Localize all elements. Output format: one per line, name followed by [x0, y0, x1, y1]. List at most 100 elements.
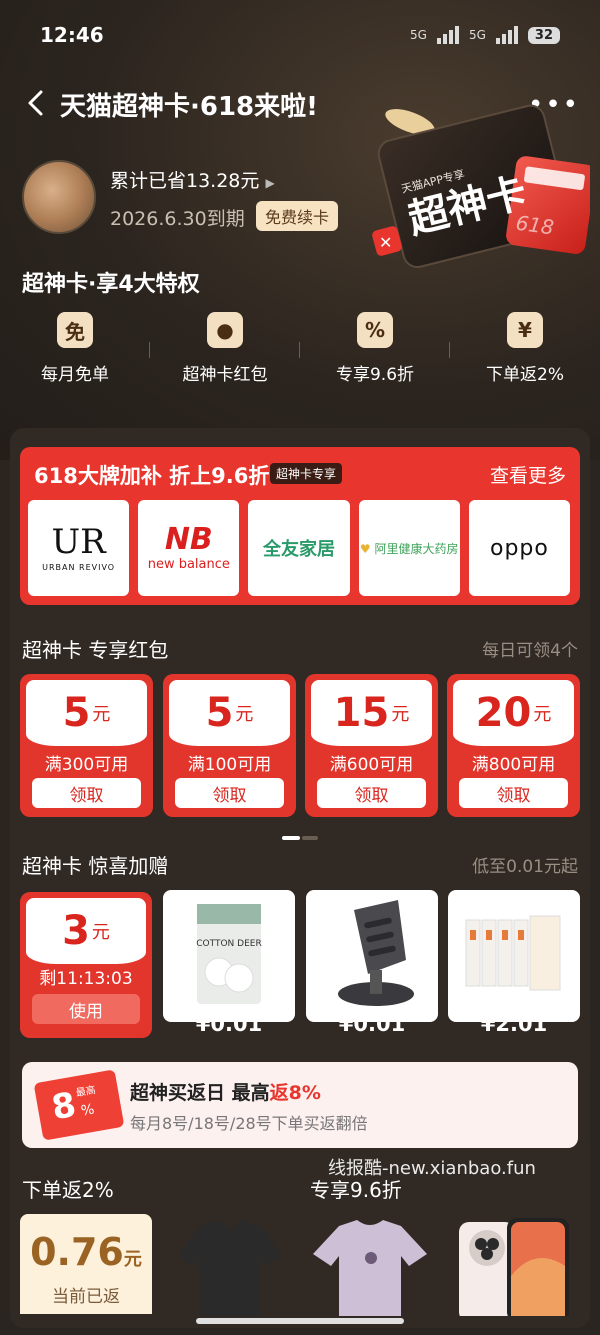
privilege-discount[interactable]: % 专享9.6折 — [300, 312, 450, 392]
gift-coupon-card: 3 元 剩11:13:03 使用 — [20, 892, 152, 1038]
banner-title-highlight: 返8% — [269, 1082, 321, 1104]
status-indicators: 5G 5G 32 — [410, 26, 560, 44]
cotton-brand-text: COTTON DEER — [196, 939, 261, 949]
coupon-card: 5 元 满100可用 领取 — [163, 674, 296, 817]
coupon-card: 15 元 满600可用 领取 — [305, 674, 438, 817]
phone-stand-image — [306, 890, 438, 1022]
brand-new-balance[interactable]: NB new balance — [138, 500, 240, 596]
claim-coupon-button[interactable]: 领取 — [459, 778, 568, 808]
coupon-unit: 元 — [92, 704, 111, 725]
privilege-label: 下单返2% — [486, 365, 564, 385]
nb-logo-sub: new balance — [147, 556, 230, 572]
coupon-unit: 元 — [235, 704, 254, 725]
coupon-unit: 元 — [533, 704, 552, 725]
indicator-active — [282, 836, 300, 840]
privilege-label: 专享9.6折 — [335, 365, 415, 385]
view-more-link[interactable]: 查看更多 — [490, 461, 566, 488]
product-price: ¥0.01 — [195, 1012, 263, 1036]
badge-number: 8 — [48, 1084, 80, 1129]
yuan-icon: ¥ — [507, 312, 543, 348]
status-bar: 12:46 5G 5G 32 — [0, 0, 600, 70]
profile-section: 累计已省13.28元 ▶ 2026.6.30到期 免费续卡 — [22, 160, 382, 234]
gift-coupon-amount-area: 3 元 — [26, 898, 146, 964]
brand-logos: UR URBAN REVIVO NB new balance 全友家居 ♥ 阿里… — [28, 500, 571, 596]
cashback-subtitle: 当前已返 — [52, 1287, 120, 1307]
brand-quanyou[interactable]: 全友家居 — [248, 500, 350, 596]
product-price: ¥0.01 — [338, 1012, 406, 1036]
gift-countdown: 剩11:13:03 — [39, 969, 133, 989]
badge-max-label: 最高 — [75, 1084, 97, 1100]
cashback-badge-icon: 8 最高 % — [33, 1069, 125, 1141]
gifts-title: 超神卡 惊喜加赠 — [22, 854, 169, 878]
chevron-right-icon: ▶ — [265, 176, 275, 190]
coupon-amount: 5 — [62, 690, 91, 736]
cashback-amount: 0.76元 — [20, 1230, 152, 1274]
battery-icon: 32 — [527, 26, 560, 44]
use-coupon-button[interactable]: 使用 — [32, 994, 140, 1024]
page-indicator — [282, 836, 318, 840]
gift-product-snack[interactable] — [448, 890, 580, 1022]
coupon-amount-area: 5 元 — [169, 680, 290, 746]
privilege-free-order[interactable]: 免 每月免单 — [0, 312, 150, 392]
cashback-day-banner[interactable]: 8 最高 % 超神买返日 最高返8% 每月8号/18号/28号下单买返翻倍 — [22, 1062, 578, 1148]
nb-logo-text: NB — [164, 521, 213, 557]
snack-pack-image — [465, 915, 561, 991]
red-packet-icon: ● — [207, 312, 243, 348]
redpacket-daily-limit: 每日可领4个 — [482, 641, 578, 661]
signal-icon-2 — [495, 26, 518, 44]
redpacket-title: 超神卡 专享红包 — [22, 638, 169, 662]
coupon-condition: 满800可用 — [471, 755, 556, 775]
home-indicator[interactable] — [196, 1318, 404, 1324]
total-saved-text: 累计已省13.28元 — [110, 170, 260, 192]
brand-alihealth[interactable]: ♥ 阿里健康大药房 — [358, 500, 460, 596]
quanyou-logo-text: 全友家居 — [263, 539, 335, 560]
expire-date: 2026.6.30到期 — [110, 208, 245, 230]
renew-card-button[interactable]: 免费续卡 — [256, 201, 339, 231]
cashback-section-title: 下单返2% — [22, 1178, 114, 1202]
percent-icon: % — [357, 312, 393, 348]
claim-coupon-button[interactable]: 领取 — [175, 778, 284, 808]
brand-oppo[interactable]: oppo — [468, 500, 571, 596]
gift-coupon-amount: 3 — [62, 908, 90, 954]
ur-logo-text: UR — [51, 521, 106, 562]
alihealth-logo-text: ♥ 阿里健康大药房 — [360, 540, 459, 557]
total-saved-link[interactable]: 累计已省13.28元 ▶ — [110, 166, 275, 193]
brand-urban-revivo[interactable]: UR URBAN REVIVO — [28, 500, 130, 596]
privilege-cashback[interactable]: ¥ 下单返2% — [450, 312, 600, 392]
banner-title-main: 超神买返日 最高 — [130, 1082, 270, 1104]
avatar[interactable] — [22, 160, 96, 234]
coupon-condition: 满300可用 — [44, 755, 129, 775]
back-arrow-icon[interactable] — [22, 88, 52, 118]
product-polo-shirt[interactable] — [170, 1216, 290, 1316]
privileges-row: 免 每月免单 ● 超神卡红包 % 专享9.6折 ¥ 下单返2% — [0, 312, 600, 392]
cashback-value: 0.76 — [30, 1230, 124, 1274]
coupon-condition: 满600可用 — [329, 755, 414, 775]
coupon-amount-area: 20 元 — [453, 680, 574, 746]
product-phone[interactable] — [455, 1216, 580, 1316]
gift-coupon-unit: 元 — [91, 922, 110, 943]
claim-coupon-button[interactable]: 领取 — [317, 778, 426, 808]
privileges-title: 超神卡·享4大特权 — [22, 272, 200, 297]
gifts-price-from: 低至0.01元起 — [472, 857, 578, 877]
cashback-card[interactable]: 0.76元 当前已返 — [20, 1214, 152, 1314]
page-title: 天猫超神卡·618来啦! — [60, 92, 319, 122]
privilege-red-packet[interactable]: ● 超神卡红包 — [150, 312, 300, 392]
discount-section-title: 专享9.6折 — [310, 1178, 402, 1202]
product-price: ¥2.01 — [480, 1012, 548, 1036]
coupon-unit: 元 — [391, 704, 410, 725]
cashback-unit: 元 — [123, 1249, 142, 1270]
gift-product-stand[interactable] — [306, 890, 438, 1022]
banner-title: 超神买返日 最高返8% — [130, 1078, 321, 1105]
svg-text:✕: ✕ — [379, 233, 392, 252]
privilege-label: 超神卡红包 — [182, 365, 268, 385]
signal-icon — [436, 26, 459, 44]
gift-product-cotton[interactable]: COTTON DEER — [163, 890, 295, 1022]
claim-coupon-button[interactable]: 领取 — [32, 778, 141, 808]
oppo-logo-text: oppo — [489, 535, 549, 561]
privilege-label: 每月免单 — [41, 365, 109, 385]
cotton-pads-image: COTTON DEER — [196, 904, 262, 1004]
coupon-amount: 15 — [333, 690, 390, 736]
brand-tag-badge: 超神卡专享 — [270, 463, 343, 484]
brand-title: 618大牌加补 折上9.6折 — [34, 464, 270, 488]
product-tshirt[interactable] — [305, 1216, 435, 1316]
